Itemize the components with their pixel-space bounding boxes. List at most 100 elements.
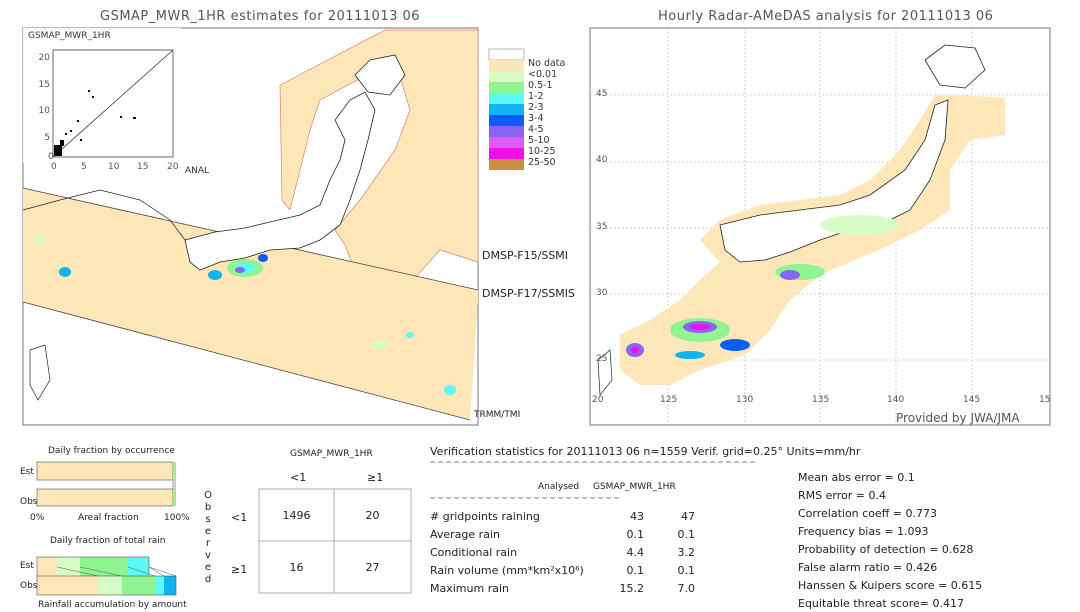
lon-label: 130 xyxy=(736,395,754,405)
score-line: RMS error = 0.4 xyxy=(798,489,886,502)
score-line: Hanssen & Kuipers score = 0.615 xyxy=(798,579,983,592)
ytick: 15 xyxy=(38,79,50,90)
lon-label: 135 xyxy=(812,395,830,405)
rain-area xyxy=(720,339,750,351)
data-credit: Provided by JWA/JMA xyxy=(896,411,1020,425)
score-line: Mean abs error = 0.1 xyxy=(798,471,915,484)
rain-area xyxy=(675,351,705,359)
stats-gsmap: 0.1 xyxy=(677,528,696,541)
lat-label: 45 xyxy=(596,89,608,99)
total-rain-obs-label: Obs xyxy=(20,581,38,591)
legend-swatch xyxy=(489,115,524,126)
legend-label: No data xyxy=(528,58,566,69)
letter: e xyxy=(204,526,212,537)
stats-label: # gridpoints raining xyxy=(430,510,540,523)
stats-analysed: 15.2 xyxy=(619,582,645,595)
rain-area xyxy=(780,270,800,280)
lon-label: 15 xyxy=(1039,395,1051,405)
legend-label: 4-5 xyxy=(528,124,544,135)
rain-blob xyxy=(235,267,245,273)
score-line: Probability of detection = 0.628 xyxy=(798,543,974,556)
axis-100-percent: 100% xyxy=(164,513,190,523)
lat-label: 30 xyxy=(596,288,608,298)
stats-dividers xyxy=(430,461,755,499)
observed-label: O b s e r v e d xyxy=(203,490,213,586)
xtick: 5 xyxy=(81,162,87,172)
xtick: 10 xyxy=(108,162,120,172)
total-rain-footer: Rainfall accumulation by amount xyxy=(38,600,187,610)
lat-label: 40 xyxy=(596,155,608,165)
legend-swatch xyxy=(489,71,524,82)
letter: b xyxy=(204,502,212,513)
inset-ylabel: GSMAP_MWR_1HR xyxy=(28,31,111,41)
stats-label: Conditional rain xyxy=(430,546,518,559)
total-rain-bars xyxy=(36,556,177,596)
stats-gsmap: 47 xyxy=(681,510,695,523)
total-rain-title: Daily fraction of total rain xyxy=(50,536,166,546)
letter: r xyxy=(205,538,211,549)
legend-swatch xyxy=(489,104,524,115)
legend-swatch xyxy=(489,137,524,148)
letter: v xyxy=(205,550,211,561)
ytick: 5 xyxy=(44,132,50,143)
lon-label: 145 xyxy=(963,395,981,405)
rain-area xyxy=(690,324,710,330)
occurrence-est-label: Est xyxy=(20,467,34,477)
lat-label: 20 xyxy=(592,395,604,405)
stats-analysed: 4.4 xyxy=(626,546,645,559)
legend-label: 1-2 xyxy=(528,91,544,102)
rain-area xyxy=(631,347,639,353)
legend-swatch xyxy=(489,159,524,170)
stats-analysed: 0.1 xyxy=(626,564,645,577)
letter: e xyxy=(204,562,212,573)
contingency-title: GSMAP_MWR_1HR xyxy=(290,449,373,459)
cell-hits-neg: 1496 xyxy=(282,509,311,522)
xtick: 0 xyxy=(51,162,57,172)
rain-blob xyxy=(372,341,388,349)
legend-label: 0.5-1 xyxy=(528,80,553,91)
rain-blob xyxy=(444,385,456,395)
verification-figure: GSMAP_MWR_1HR estimates for 20111013 06 … xyxy=(0,0,1080,612)
legend-label: <0.01 xyxy=(528,69,558,80)
cell-hits: 27 xyxy=(365,561,380,574)
col-header: ≥1 xyxy=(367,471,384,484)
score-line: False alarm ratio = 0.426 xyxy=(798,561,938,574)
stats-gsmap: 0.1 xyxy=(677,564,696,577)
col-analysed: Analysed xyxy=(538,482,580,492)
right-map xyxy=(589,27,1051,426)
legend-swatch xyxy=(489,148,524,159)
legend-swatch xyxy=(489,126,524,137)
legend-swatch xyxy=(489,93,524,104)
score-line: Equitable threat score= 0.417 xyxy=(798,597,964,610)
swath-label-f17: DMSP-F17/SSMIS xyxy=(482,287,576,300)
rain-blob xyxy=(59,267,71,277)
letter: s xyxy=(205,514,211,525)
rain-blob xyxy=(208,270,222,280)
occurrence-bars xyxy=(36,461,176,507)
axis-0-percent: 0% xyxy=(30,513,45,523)
inset-yticks: 20 15 10 5 xyxy=(38,45,50,151)
ytick: 0 xyxy=(48,152,54,162)
stats-label: Average rain xyxy=(430,528,500,541)
rain-blob xyxy=(34,235,46,245)
stats-label: Maximum rain xyxy=(430,582,509,595)
legend-label: 3-4 xyxy=(528,113,544,124)
legend-swatch xyxy=(489,82,524,93)
stats-gsmap: 7.0 xyxy=(677,582,696,595)
legend-swatch xyxy=(489,60,524,71)
col-header: <1 xyxy=(290,471,307,484)
total-rain-est-label: Est xyxy=(20,561,34,571)
xtick: 20 xyxy=(167,162,179,172)
score-line: Correlation coeff = 0.773 xyxy=(798,507,937,520)
occurrence-obs-label: Obs xyxy=(20,497,38,507)
ytick: 10 xyxy=(38,106,50,116)
row-header: ≥1 xyxy=(231,563,248,576)
areal-fraction-label: Areal fraction xyxy=(78,513,139,523)
rain-area xyxy=(820,215,900,235)
swath-label-f15: DMSP-F15/SSMI xyxy=(482,249,569,262)
legend-label: 25-50 xyxy=(528,157,556,168)
contingency-grid xyxy=(258,488,412,594)
xtick: 15 xyxy=(137,162,149,172)
rain-blob xyxy=(258,254,268,262)
stats-gsmap: 3.2 xyxy=(677,546,696,559)
